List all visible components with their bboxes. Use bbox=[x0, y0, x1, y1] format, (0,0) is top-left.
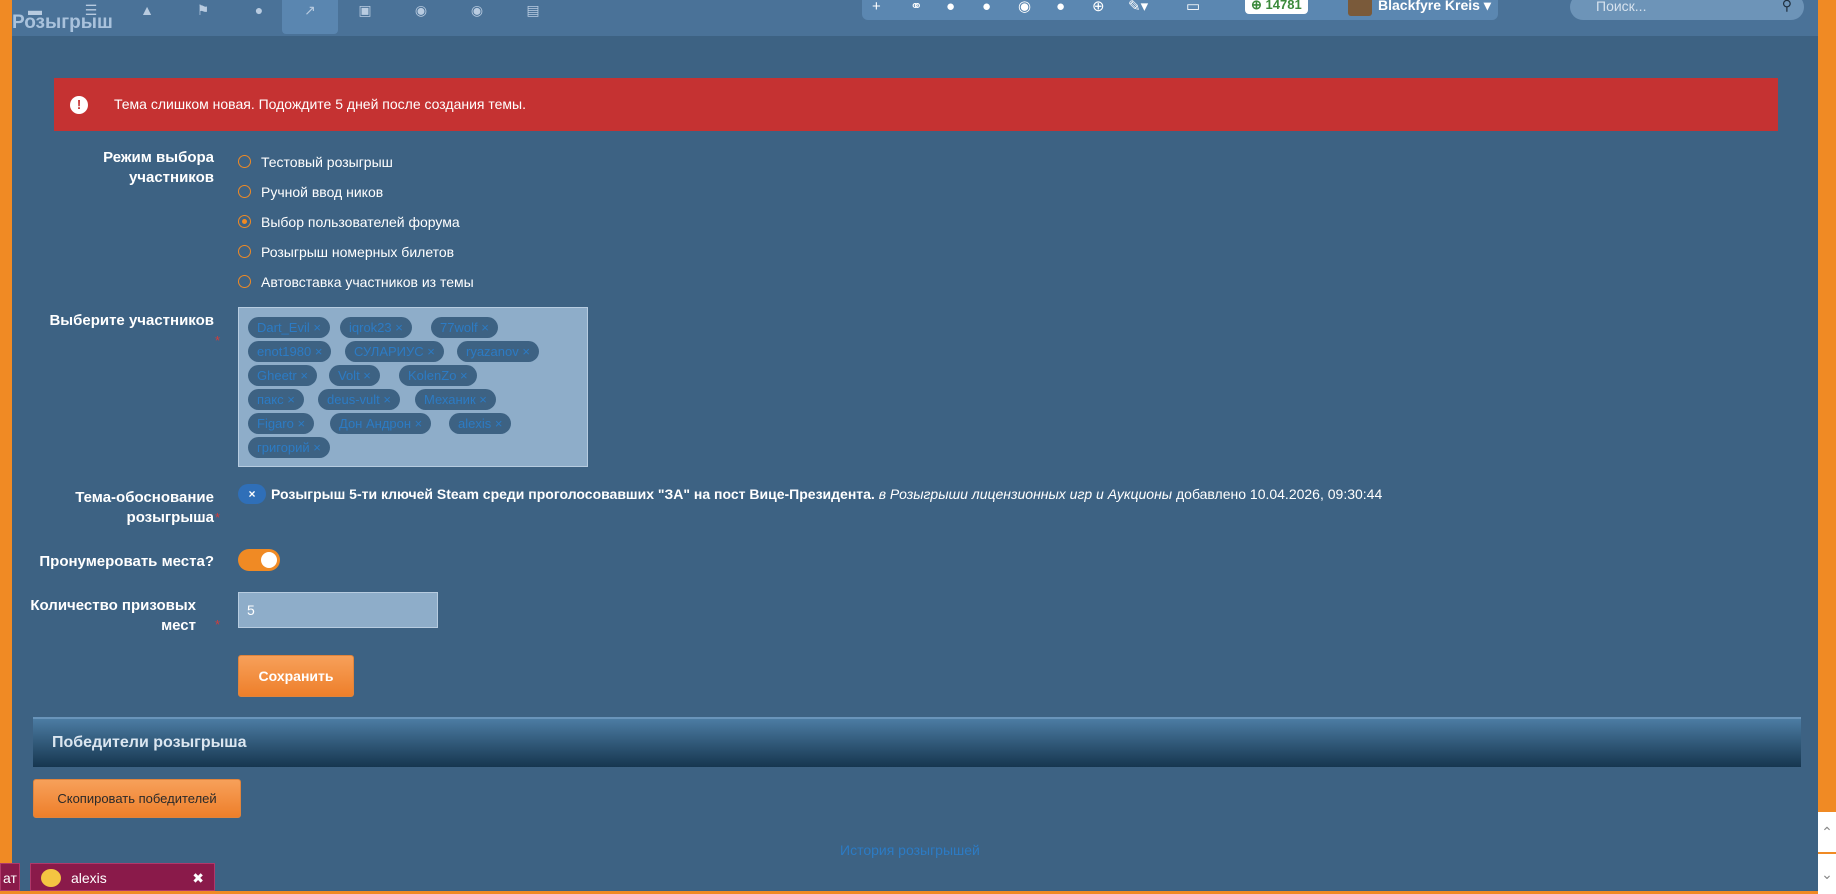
scroll-up-button[interactable]: ⌃ bbox=[1818, 812, 1836, 852]
search-placeholder: Поиск... bbox=[1596, 0, 1647, 14]
radio-button[interactable] bbox=[238, 155, 251, 168]
plus-icon[interactable]: + bbox=[872, 0, 881, 16]
participant-tag[interactable]: 77wolf × bbox=[431, 317, 498, 338]
participant-tag[interactable]: СУЛАРИУС × bbox=[345, 341, 444, 362]
chevron-down-icon: ⌄ bbox=[1821, 866, 1833, 882]
theme-label: Тема-обоснование розыгрыша bbox=[75, 489, 214, 526]
save-button[interactable]: Сохранить bbox=[238, 655, 354, 697]
required-mark: * bbox=[215, 510, 221, 525]
theme-added: добавлено 10.04.2026, 09:30:44 bbox=[1175, 486, 1383, 502]
flag-icon[interactable]: ⚑ bbox=[188, 0, 218, 22]
prize-count-input[interactable]: 5 bbox=[238, 592, 438, 628]
participant-tag[interactable]: Figaro × bbox=[248, 413, 315, 434]
copy-winners-button[interactable]: Скопировать победителей bbox=[33, 779, 241, 818]
error-text: Тема слишком новая. Подождите 5 дней пос… bbox=[114, 96, 527, 112]
comments-icon[interactable]: ◉ bbox=[1018, 0, 1031, 16]
top-navigation: ▬ ☰ ▲ ⚑ ● ↗ ▣ ◉ ◉ ▤ Розыгрыш + ⚭ ● ● ◉ ●… bbox=[12, 0, 1818, 36]
book-icon[interactable]: ▣ bbox=[350, 0, 380, 22]
participant-tag[interactable]: пакс × bbox=[248, 389, 304, 410]
participant-tag[interactable]: Volt × bbox=[329, 365, 380, 386]
user-icon[interactable]: ● bbox=[982, 0, 991, 16]
points-value: 14781 bbox=[1265, 0, 1302, 12]
radio-label: Розыгрыш номерных билетов bbox=[261, 244, 455, 260]
document-icon[interactable]: ▤ bbox=[518, 0, 548, 22]
user-toolbar: + ⚭ ● ● ◉ ● ⊕ ✎▾ ▭ ⊕ 14781 Blackfyre Kre… bbox=[862, 0, 1498, 20]
radio-button[interactable] bbox=[238, 215, 251, 228]
number-places-label: Пронумеровать места? bbox=[39, 553, 214, 570]
winners-section-header: Победители розыгрыша bbox=[33, 717, 1801, 767]
close-icon[interactable]: ✖ bbox=[192, 864, 204, 892]
required-mark: * bbox=[215, 617, 221, 632]
pen-icon[interactable]: ✎▾ bbox=[1128, 0, 1148, 16]
participant-tag[interactable]: Механик × bbox=[415, 389, 496, 410]
participant-tag[interactable]: ryazanov × bbox=[457, 341, 539, 362]
chat-tab-partial[interactable]: ат bbox=[0, 863, 20, 891]
participants-label: Выберите участников bbox=[49, 312, 214, 329]
theme-title-link[interactable]: Розыгрыш 5-ти ключей Steam среди проголо… bbox=[271, 486, 875, 502]
exclamation-icon: ! bbox=[70, 96, 88, 114]
users-icon[interactable]: ● bbox=[244, 0, 274, 22]
theme-forum: в Розыгрыши лицензионных игр и Аукционы bbox=[878, 486, 1173, 502]
megaphone-icon[interactable]: ▲ bbox=[132, 0, 162, 22]
error-alert: ! Тема слишком новая. Подождите 5 дней п… bbox=[54, 78, 1778, 131]
add-circle-icon[interactable]: ⊕ bbox=[1092, 0, 1105, 16]
participant-tag[interactable]: Дон Андрон × bbox=[330, 413, 432, 434]
radio-label: Ручной ввод ников bbox=[261, 184, 384, 200]
globe-icon[interactable]: ● bbox=[946, 0, 955, 16]
prize-count-label: Количество призовых мест bbox=[30, 597, 196, 634]
winners-title: Победители розыгрыша bbox=[52, 734, 247, 751]
theme-info: Розыгрыш 5-ти ключей Steam среди проголо… bbox=[271, 485, 1382, 503]
participant-tag[interactable]: alexis × bbox=[449, 413, 512, 434]
participant-tag[interactable]: KolenZo × bbox=[399, 365, 477, 386]
username-menu[interactable]: Blackfyre Kreis ▾ bbox=[1378, 0, 1491, 14]
chevron-down-icon: ▾ bbox=[1483, 0, 1491, 13]
search-input[interactable]: Поиск... ⚲ bbox=[1570, 0, 1804, 20]
alert-icon[interactable]: ● bbox=[1056, 0, 1065, 16]
number-places-toggle[interactable] bbox=[238, 549, 280, 571]
chat-avatar bbox=[41, 869, 61, 887]
required-mark: * bbox=[215, 333, 221, 348]
search-icon[interactable]: ⚲ bbox=[1782, 0, 1792, 14]
chat-tab-alexis[interactable]: alexis ✖ bbox=[30, 863, 215, 891]
participant-tag[interactable]: enot1980 × bbox=[248, 341, 332, 362]
forum-page: ▬ ☰ ▲ ⚑ ● ↗ ▣ ◉ ◉ ▤ Розыгрыш + ⚭ ● ● ◉ ●… bbox=[12, 0, 1818, 891]
history-link[interactable]: История розыгрышей bbox=[840, 842, 980, 858]
chat-bubbles-icon[interactable]: ◉ bbox=[462, 0, 492, 22]
remove-theme-button[interactable]: × bbox=[238, 484, 266, 504]
chat-icon[interactable]: ◉ bbox=[406, 0, 436, 22]
chat-tab-name: alexis bbox=[71, 870, 107, 886]
folder-icon[interactable]: ▭ bbox=[1186, 0, 1200, 16]
avatar[interactable] bbox=[1348, 0, 1372, 16]
page-title: Розыгрыш bbox=[12, 12, 113, 33]
participants-select[interactable]: Dart_Evil × iqrok23 × 77wolf × enot1980 … bbox=[238, 307, 588, 467]
link-icon[interactable]: ⚭ bbox=[910, 0, 923, 16]
chat-tab-partial-label: ат bbox=[3, 870, 17, 886]
scroll-down-button[interactable]: ⌄ bbox=[1818, 854, 1836, 894]
radio-label: Тестовый розыгрыш bbox=[261, 154, 393, 170]
participant-tag[interactable]: Dart_Evil × bbox=[248, 317, 330, 338]
chart-icon[interactable]: ↗ bbox=[282, 0, 338, 34]
radio-label: Выбор пользователей форума bbox=[261, 214, 460, 230]
participant-tag[interactable]: григорий × bbox=[248, 437, 330, 458]
points-plus-icon: ⊕ bbox=[1251, 0, 1262, 12]
username: Blackfyre Kreis bbox=[1378, 0, 1480, 13]
chevron-up-icon: ⌃ bbox=[1821, 824, 1833, 840]
participant-tag[interactable]: iqrok23 × bbox=[340, 317, 412, 338]
radio-button[interactable] bbox=[238, 275, 251, 288]
mode-label: Режим выбора участников bbox=[103, 149, 214, 186]
radio-button[interactable] bbox=[238, 185, 251, 198]
radio-label: Автовставка участников из темы bbox=[261, 274, 474, 290]
points-badge[interactable]: ⊕ 14781 bbox=[1245, 0, 1308, 14]
participant-tag[interactable]: deus-vult × bbox=[318, 389, 400, 410]
radio-button[interactable] bbox=[238, 245, 251, 258]
participant-tag[interactable]: Gheetr × bbox=[248, 365, 317, 386]
